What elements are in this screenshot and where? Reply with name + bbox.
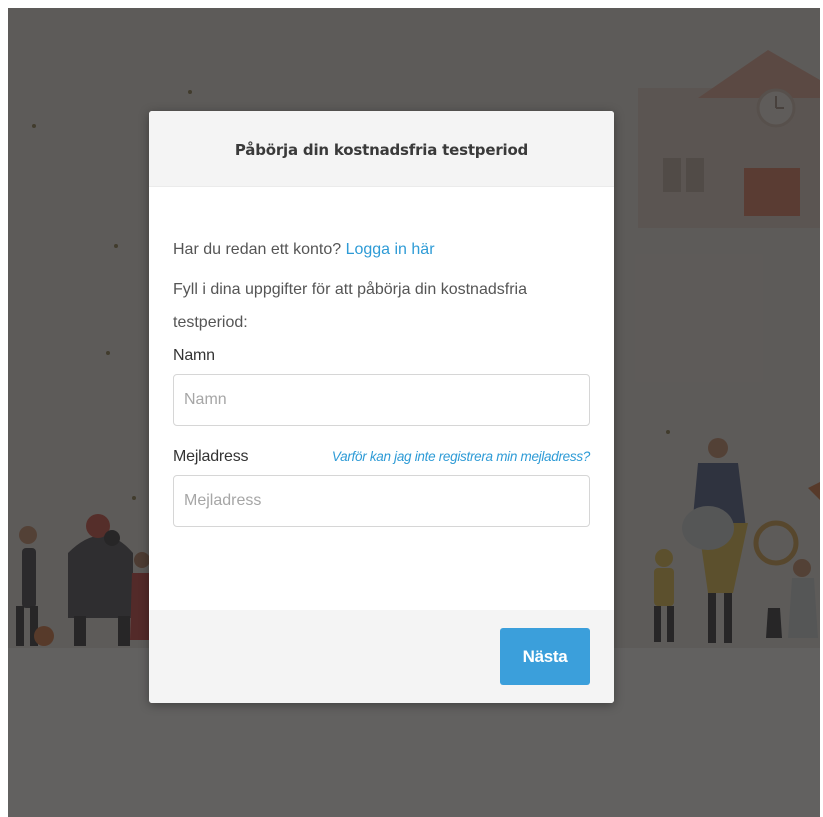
name-field-label: Namn: [173, 347, 215, 364]
email-label-row: Mejladress Varför kan jag inte registrer…: [173, 448, 590, 466]
login-prompt-text: Har du redan ett konto?: [173, 241, 342, 258]
dialog-header: Påbörja din kostnadsfria testperiod: [149, 111, 614, 187]
login-link[interactable]: Logga in här: [346, 241, 435, 258]
dialog-title: Påbörja din kostnadsfria testperiod: [234, 140, 529, 159]
name-input[interactable]: [173, 374, 590, 426]
dialog-body: Har du redan ett konto? Logga in här Fyl…: [149, 187, 614, 610]
email-field-label: Mejladress: [173, 448, 249, 465]
next-button[interactable]: Nästa: [500, 628, 590, 685]
email-input[interactable]: [173, 475, 590, 527]
dialog-footer: Nästa: [149, 610, 614, 703]
signup-dialog: Påbörja din kostnadsfria testperiod Har …: [149, 111, 614, 703]
email-help-link[interactable]: Varför kan jag inte registrera min mejla…: [332, 449, 590, 464]
intro-text: Fyll i dina uppgifter för att påbörja di…: [173, 281, 527, 331]
login-prompt-line: Har du redan ett konto? Logga in här: [173, 239, 590, 261]
